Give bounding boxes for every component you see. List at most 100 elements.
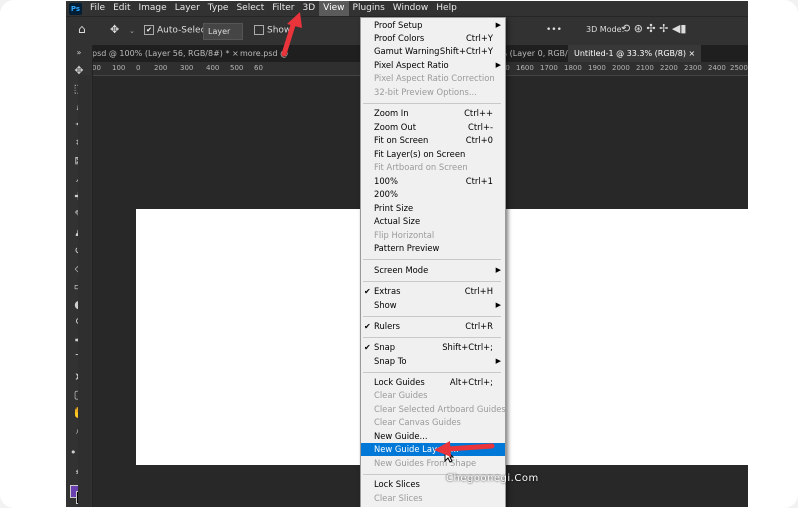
watermark-text: Chegoonegi.Com: [446, 473, 539, 484]
menu-item-proof-colors[interactable]: Proof Colors Ctrl+Y: [361, 32, 505, 45]
ruler-tick: 2500: [730, 64, 748, 72]
menu-item-shortcut: Shift+Ctrl+;: [442, 342, 493, 352]
menu-image[interactable]: Image: [135, 1, 171, 16]
ruler-tick: 100: [112, 64, 126, 72]
menu-item-zoom-in[interactable]: Zoom In Ctrl++: [361, 107, 505, 120]
menu-item-print-size[interactable]: Print Size: [361, 202, 505, 215]
menu-item-label: 32-bit Preview Options...: [374, 87, 477, 97]
menu-item-200-percent[interactable]: 200%: [361, 188, 505, 201]
menu-item-clear-canvas-guides: Clear Canvas Guides: [361, 416, 505, 429]
menu-item-100-percent[interactable]: 100% Ctrl+1: [361, 175, 505, 188]
menu-item-label: Show: [374, 300, 397, 310]
menu-item-shortcut: Shift+Ctrl+Y: [439, 46, 493, 56]
ruler-tick: 2000: [612, 64, 630, 72]
chevron-down-icon[interactable]: ⌄: [129, 27, 135, 35]
menu-item-gamut-warning[interactable]: Gamut Warning Shift+Ctrl+Y: [361, 45, 505, 58]
vertical-ruler[interactable]: [78, 75, 91, 507]
auto-select-checkbox[interactable]: ✔ Auto-Select:: [144, 25, 212, 36]
menu-plugins[interactable]: Plugins: [349, 1, 389, 16]
photoshop-window: Ps File Edit Image Layer Type Select Fil…: [66, 1, 748, 507]
3d-mode-label: 3D Mode:: [586, 25, 625, 34]
tab-document-1[interactable]: psd @ 100% (Layer 56, RGB/8#) * ×: [86, 45, 245, 62]
menu-item-label: Gamut Warning: [374, 46, 440, 56]
3d-mode-icons[interactable]: ⟲ ⊛ ✣ ✢ ◀▮: [621, 22, 686, 35]
menu-separator: [363, 316, 501, 317]
tab-untitled-1[interactable]: Untitled-1 @ 33.3% (RGB/8) ×: [568, 45, 702, 62]
ruler-tick: 1600: [516, 64, 534, 72]
menu-item-pixel-aspect-ratio[interactable]: Pixel Aspect Ratio ▶: [361, 59, 505, 72]
menu-type[interactable]: Type: [204, 1, 233, 16]
menu-item-snap[interactable]: ✔ Snap Shift+Ctrl+;: [361, 341, 505, 354]
menu-item-label: Zoom Out: [374, 122, 416, 132]
submenu-arrow-icon: ▶: [495, 301, 501, 309]
menu-item-label: Clear Selected Artboard Guides: [374, 404, 506, 414]
menu-item-snap-to[interactable]: Snap To ▶: [361, 355, 505, 368]
submenu-arrow-icon: ▶: [495, 357, 501, 365]
menu-layer[interactable]: Layer: [171, 1, 204, 16]
auto-select-value: Layer: [208, 27, 231, 36]
menu-item-actual-size[interactable]: Actual Size: [361, 215, 505, 228]
menu-item-shortcut: Ctrl++: [464, 108, 493, 118]
menu-item-screen-mode[interactable]: Screen Mode ▶: [361, 264, 505, 277]
menu-item-lock-guides[interactable]: Lock Guides Alt+Ctrl+;: [361, 376, 505, 389]
menu-item-extras[interactable]: ✔ Extras Ctrl+H: [361, 285, 505, 298]
check-icon: ✔: [144, 25, 154, 35]
ruler-tick: 300: [180, 64, 194, 72]
menu-window[interactable]: Window: [389, 1, 433, 16]
ruler-tick: 1700: [540, 64, 558, 72]
submenu-arrow-icon: ▶: [495, 266, 501, 274]
menu-item-zoom-out[interactable]: Zoom Out Ctrl+-: [361, 121, 505, 134]
menu-item-label: Clear Slices: [374, 493, 423, 503]
menu-file[interactable]: File: [86, 1, 109, 16]
menu-item-label: Clear Canvas Guides: [374, 417, 461, 427]
menu-item-rulers[interactable]: ✔ Rulers Ctrl+R: [361, 320, 505, 333]
menu-item-label: 200%: [374, 189, 398, 199]
photoshop-logo-icon: Ps: [69, 2, 82, 15]
home-icon[interactable]: ⌂: [78, 22, 86, 36]
more-options-button[interactable]: •••: [546, 25, 562, 35]
menu-help[interactable]: Help: [432, 1, 461, 16]
ruler-tick: 0: [136, 64, 141, 72]
menu-item-show[interactable]: Show ▶: [361, 299, 505, 312]
ruler-tick: 60: [254, 64, 263, 72]
menu-item-label: Pixel Aspect Ratio: [374, 60, 449, 70]
menu-item-label: Fit on Screen: [374, 135, 429, 145]
menu-item-shortcut: Ctrl+H: [464, 286, 493, 296]
menu-separator: [363, 281, 501, 282]
menu-item-label: Snap To: [374, 356, 407, 366]
menu-item-label: Lock Slices: [374, 479, 420, 489]
submenu-arrow-icon: ▶: [495, 21, 501, 29]
menu-item-shortcut: Ctrl+1: [465, 176, 493, 186]
menu-item-fit-on-screen[interactable]: Fit on Screen Ctrl+0: [361, 134, 505, 147]
view-menu-dropdown: Proof Setup ▶ Proof Colors Ctrl+Y Gamut Wa…: [360, 17, 506, 507]
ruler-tick: 400: [206, 64, 220, 72]
close-icon[interactable]: ×: [688, 49, 695, 58]
menu-item-label: Rulers: [374, 321, 401, 331]
ruler-tick: 2400: [708, 64, 726, 72]
ruler-tick: 500: [230, 64, 244, 72]
menu-item-label: Print Size: [374, 203, 414, 213]
submenu-arrow-icon: ▶: [495, 61, 501, 69]
menu-view[interactable]: View: [319, 1, 349, 16]
menu-item-pattern-preview[interactable]: Pattern Preview: [361, 242, 505, 255]
ruler-tick: 1800: [564, 64, 582, 72]
menu-edit[interactable]: Edit: [109, 1, 134, 16]
collapse-panel-icon[interactable]: »: [70, 45, 88, 61]
menu-bar: Ps File Edit Image Layer Type Select Fil…: [66, 1, 748, 16]
menu-item-fit-layers-on-screen[interactable]: Fit Layer(s) on Screen: [361, 148, 505, 161]
red-arrow-annotation-icon: [434, 441, 495, 457]
tab-label: psd @ 100% (Layer 56, RGB/8#) *: [92, 49, 230, 58]
menu-item-label: Flip Horizontal: [374, 230, 435, 240]
menu-select[interactable]: Select: [232, 1, 268, 16]
auto-select-dropdown[interactable]: Layer ⌄: [203, 23, 243, 51]
menu-item-clear-selected-artboard-guides: Clear Selected Artboard Guides: [361, 403, 506, 416]
menu-item-label: Pattern Preview: [374, 243, 440, 253]
menu-separator: [363, 372, 501, 373]
menu-item-label: Pixel Aspect Ratio Correction: [374, 73, 495, 83]
menu-item-label: Zoom In: [374, 108, 409, 118]
menu-item-label: 100%: [374, 176, 398, 186]
menu-item-flip-horizontal: Flip Horizontal: [361, 229, 505, 242]
move-tool-icon[interactable]: ✥: [110, 23, 119, 36]
menu-item-proof-setup[interactable]: Proof Setup ▶: [361, 19, 505, 32]
menu-item-label: Lock Guides: [374, 377, 425, 387]
